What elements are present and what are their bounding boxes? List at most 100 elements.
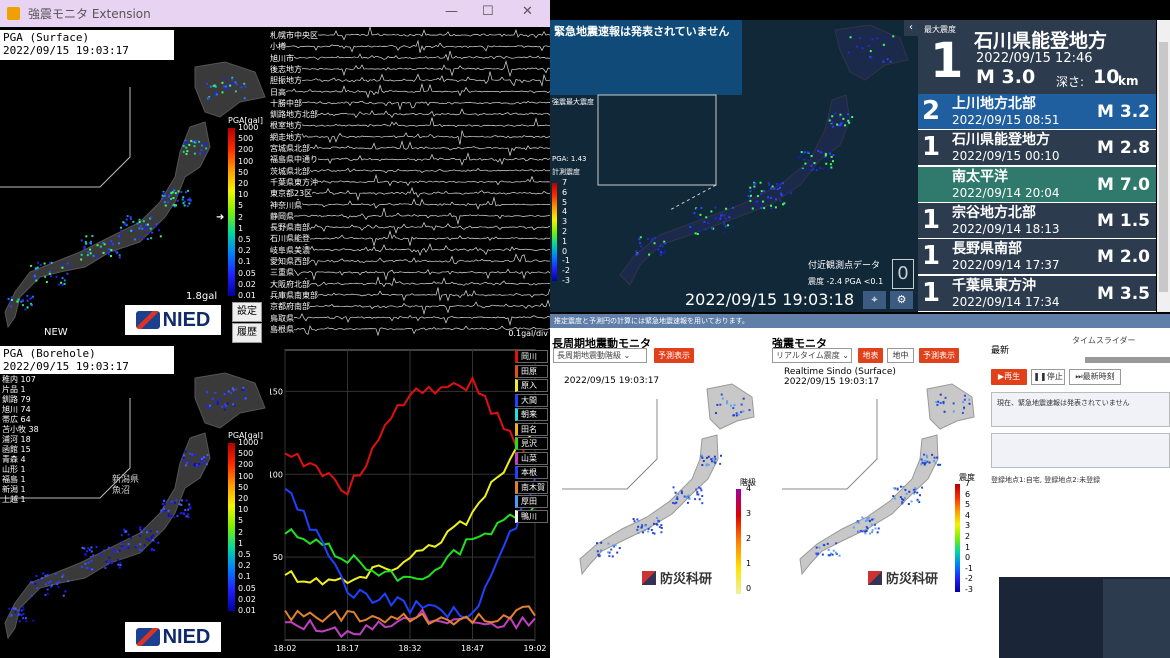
scale-tick: 4 [562,207,568,217]
station-dot [113,550,116,553]
station-dot [832,549,835,552]
earthquake-list-panel: 最大震度 1 石川県能登地方 2022/09/15 12:46 M 3.0 深さ… [918,20,1156,312]
history-button[interactable]: 履歴 [232,323,262,343]
station-dot [120,534,123,537]
station-dot [180,499,183,502]
scale-tick: 20 [238,494,249,503]
play-button[interactable]: ▶再生 [991,369,1027,385]
station-dot [723,221,726,224]
station-dot [89,240,92,243]
station-dot [767,183,770,186]
thumbnail-preview [999,577,1170,658]
station-dot [11,298,14,301]
scale-tick: 3 [746,509,752,518]
station-dot [653,236,656,239]
station-dot [656,247,659,250]
scale-tick: 3 [562,217,568,227]
scale-tick: 1000 [238,438,259,447]
collapse-button[interactable]: ‹ [904,20,918,36]
station-dot [770,207,773,210]
station-dot [735,414,738,417]
eew-map-panel[interactable]: 緊急地震速報は発表されていません 強震最大震度 PGA: 1.43 計測震度 7… [550,20,918,312]
settings-button[interactable]: 設定 [232,302,262,322]
station-dot [61,575,64,578]
stop-button[interactable]: ❚❚停止 [1031,369,1065,385]
scale-tick: 0.1 [238,257,251,267]
station-dot [902,485,905,488]
latest-time-button[interactable]: ⏭最新時刻 [1069,369,1121,385]
station-dot [904,488,907,491]
quake-region: 石川県能登地方 [952,132,1050,149]
station-dot [869,50,872,53]
minimize-button[interactable]: — [445,4,458,19]
station-dot [193,145,196,148]
scale-tick: -3 [965,585,973,594]
station-dot [886,58,889,61]
strong-forecast-button[interactable]: 予測表示 [919,348,959,363]
station-dot [218,398,221,401]
strong-motion-dropdown[interactable]: リアルタイム震度 ⌄ [772,348,852,363]
station-dot [163,201,166,204]
station-dot [677,493,680,496]
quake-list-item[interactable]: 南太平洋 2022/09/14 20:04 M 7.0 [918,166,1156,203]
station-dot [659,237,662,240]
quake-list-scrollbar[interactable] [1157,20,1170,312]
station-dot [188,198,191,201]
scale-tick: 100 [238,156,254,166]
eew-pga-label: PGA: 1.43 [552,155,587,163]
quake-list-item[interactable]: 1 千葉県東方沖 2022/09/14 17:34 M 3.5 [918,275,1156,312]
quake-datetime: 2022/09/14 17:34 [952,294,1060,309]
station-dot [140,549,143,552]
station-dot [231,78,234,81]
locate-button[interactable]: ⌖ [863,291,886,309]
station-dot [821,553,824,556]
station-dot [649,525,652,528]
station-dot [57,581,60,584]
quake-list-item[interactable]: 1 宗谷地方北部 2022/09/14 18:13 M 1.5 [918,202,1156,239]
station-dot [134,545,137,548]
waveform-trace [270,207,550,225]
long-period-map[interactable] [552,369,760,594]
quake-list-item[interactable]: 2 上川地方北部 2022/09/15 08:51 M 3.2 [918,94,1156,130]
scrollbar-thumb[interactable] [1159,42,1168,292]
station-dot [206,391,209,394]
station-dot [701,464,704,467]
quake-list-item[interactable]: 1 長野県南部 2022/09/14 17:37 M 2.0 [918,239,1156,276]
station-dot [234,90,237,93]
close-button[interactable]: ✕ [522,4,533,19]
nearby-count-box: 0 [892,259,914,289]
scale-tick: 0.05 [238,268,256,278]
station-dot [963,394,966,397]
surface-button[interactable]: 地表 [858,348,883,363]
pga-borehole-time: 2022/09/15 19:03:17 [3,360,129,373]
station-dot [704,228,707,231]
station-dot [932,459,935,462]
scale-tick: 2 [746,534,752,543]
station-dot [87,561,90,564]
station-dot [908,490,911,493]
station-dot [215,93,218,96]
station-dot [672,486,675,489]
settings-gear-button[interactable]: ⚙ [890,291,913,309]
long-period-forecast-button[interactable]: 予測表示 [654,348,694,363]
waveform-station-label: 愛知県西部 [270,256,310,267]
latest-quake-card[interactable]: 最大震度 1 石川県能登地方 2022/09/15 12:46 M 3.0 深さ… [918,20,1156,94]
station-dot [187,516,190,519]
quake-list-item[interactable]: 1 石川県能登地方 2022/09/15 00:10 M 2.8 [918,130,1156,167]
station-dot [34,582,37,585]
scale-tick: 5 [562,197,568,207]
time-slider[interactable] [1085,357,1170,363]
station-dot [231,387,234,390]
station-dot [209,406,212,409]
borehole-button[interactable]: 地中 [887,348,914,363]
long-period-japan-map [562,383,755,576]
legend-item: 鴨川 [515,509,548,523]
station-dot [839,113,842,116]
strong-motion-map[interactable] [772,369,980,594]
station-dot [232,403,235,406]
station-dot [724,225,727,228]
station-dot [162,191,165,194]
station-dot [125,218,128,221]
maximize-button[interactable]: ☐ [482,4,494,19]
long-period-dropdown[interactable]: 長周期地震動階級 ⌄ [553,348,647,363]
